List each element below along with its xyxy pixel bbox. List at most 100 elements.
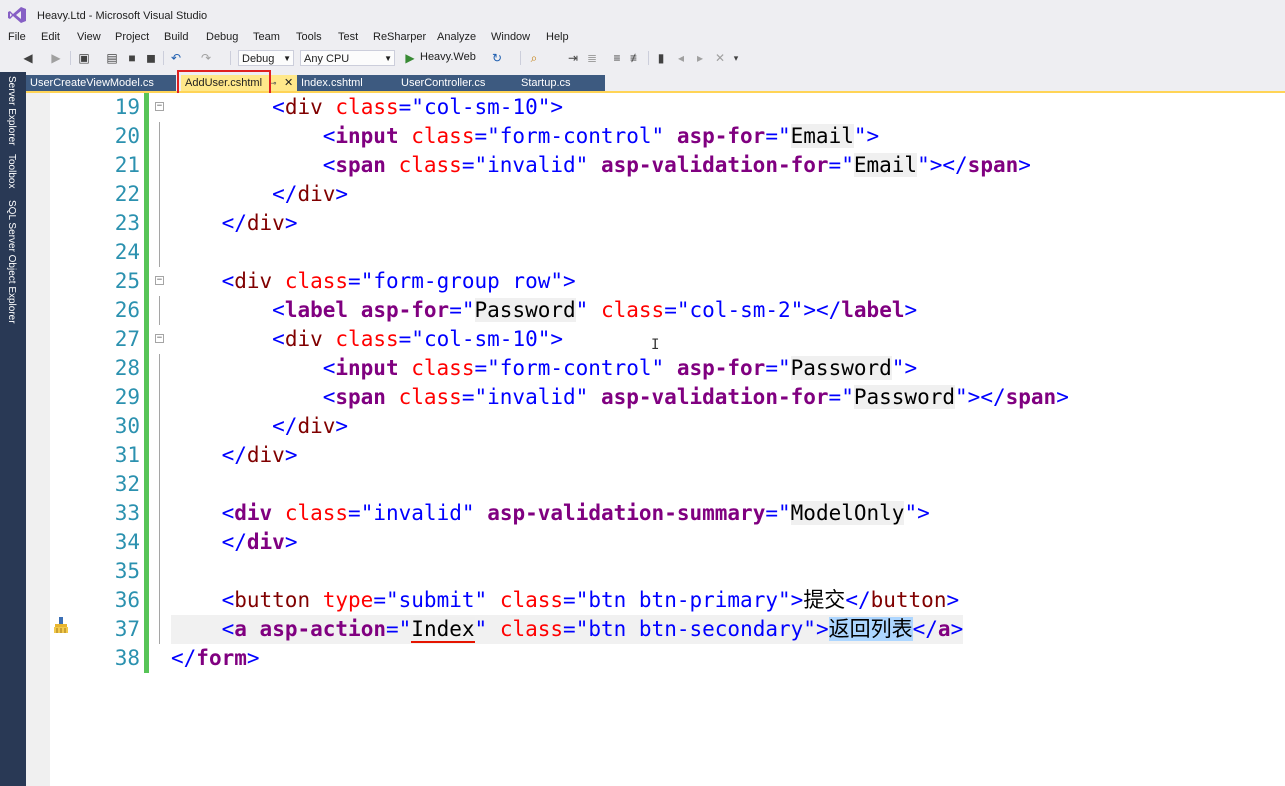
sql-server-object-explorer-tab[interactable]: SQL Server Object Explorer [6, 200, 17, 324]
code-text: <button type="submit" class="btn btn-pri… [221, 588, 960, 612]
toolbar-separator [163, 51, 164, 65]
tab-label: Index.cshtml [301, 77, 363, 89]
change-indicator [144, 528, 149, 557]
outline-guide [159, 528, 160, 557]
code-text: <label asp-for="Password" class="col-sm-… [272, 298, 918, 322]
menu-analyze[interactable]: Analyze [437, 31, 476, 43]
code-text: </div> [272, 414, 349, 438]
menu-window[interactable]: Window [491, 31, 530, 43]
outline-guide [159, 354, 160, 383]
menu-build[interactable]: Build [164, 31, 188, 43]
close-icon[interactable]: ✕ [284, 75, 293, 91]
new-project-icon[interactable]: ▣ [76, 50, 92, 66]
error-squiggle: Index [411, 617, 475, 643]
navigate-back-icon[interactable]: ◀ [20, 50, 36, 66]
code-line: 23 </div> [26, 209, 1285, 238]
menu-help[interactable]: Help [546, 31, 569, 43]
previous-bookmark-icon[interactable]: ◂ [673, 50, 689, 66]
outline-guide [159, 615, 160, 644]
bookmark-icon[interactable]: ▮ [653, 50, 669, 66]
change-indicator [144, 470, 149, 499]
outline-guide [159, 557, 160, 586]
toolbar-separator [648, 51, 649, 65]
navigate-forward-icon[interactable]: ▶ [48, 50, 64, 66]
code-editor[interactable]: 19 − <div class="col-sm-10"> 20 <input c… [26, 93, 1285, 786]
code-text: <div class="col-sm-10"> [272, 95, 564, 119]
undo-icon[interactable]: ↶ [168, 50, 184, 66]
line-number: 23 [114, 211, 140, 235]
menu-team[interactable]: Team [253, 31, 280, 43]
code-line: 38 </form> [26, 644, 1285, 673]
collapse-icon[interactable]: − [155, 276, 164, 285]
uncomment-icon[interactable]: ≢ [628, 50, 644, 66]
line-number: 19 [114, 95, 140, 119]
menu-project[interactable]: Project [115, 31, 149, 43]
server-explorer-tab[interactable]: Server Explorer [6, 76, 17, 145]
menu-tools[interactable]: Tools [296, 31, 322, 43]
menu-test[interactable]: Test [338, 31, 358, 43]
code-line: 28 <input class="form-control" asp-for="… [26, 354, 1285, 383]
code-text: </div> [272, 182, 349, 206]
next-bookmark-icon[interactable]: ▸ [692, 50, 708, 66]
toolbox-tab[interactable]: Toolbox [6, 154, 17, 188]
step-icon[interactable]: ⇥ [565, 50, 581, 66]
menu-edit[interactable]: Edit [41, 31, 60, 43]
tab-adduser[interactable]: AddUser.cshtml ⊸ ✕ [181, 75, 297, 91]
comment-icon[interactable]: ≡ [609, 50, 625, 66]
quick-action-brush-icon[interactable] [52, 616, 70, 634]
change-indicator [144, 180, 149, 209]
menu-resharper[interactable]: ReSharper [373, 31, 426, 43]
tab-startup[interactable]: Startup.cs [517, 75, 605, 91]
line-number: 29 [114, 385, 140, 409]
line-number: 31 [114, 443, 140, 467]
line-number: 37 [114, 617, 140, 641]
start-debugging-icon[interactable]: ▶ [402, 50, 418, 66]
menu-debug[interactable]: Debug [206, 31, 238, 43]
title-bar: Heavy.Ltd - Microsoft Visual Studio [0, 0, 1285, 30]
find-icon[interactable]: ⌕ [526, 50, 542, 66]
save-all-icon[interactable]: ◼ [143, 50, 159, 66]
menu-view[interactable]: View [77, 31, 101, 43]
collapse-icon[interactable]: − [155, 102, 164, 111]
outline-guide [159, 151, 160, 180]
line-number: 24 [114, 240, 140, 264]
menu-file[interactable]: File [8, 31, 26, 43]
outline-icon[interactable]: ≣ [584, 50, 600, 66]
code-line: 22 </div> [26, 180, 1285, 209]
solution-platform-select[interactable]: Any CPU ▼ [300, 50, 395, 66]
change-indicator [144, 441, 149, 470]
open-file-icon[interactable]: ▤ [104, 50, 120, 66]
refresh-icon[interactable]: ↻ [489, 50, 505, 66]
line-number: 32 [114, 472, 140, 496]
outline-guide [159, 499, 160, 528]
chevron-down-icon: ▼ [384, 54, 392, 63]
configuration-value: Debug [242, 53, 275, 65]
code-line: 35 [26, 557, 1285, 586]
tab-usercontroller[interactable]: UserController.cs [397, 75, 517, 91]
outline-guide [159, 383, 160, 412]
startup-project-button[interactable]: Heavy.Web [420, 51, 476, 63]
tab-index[interactable]: Index.cshtml [297, 75, 397, 91]
code-text: <span class="invalid" asp-validation-for… [322, 385, 1069, 409]
redo-icon[interactable]: ↷ [198, 50, 214, 66]
code-text: </div> [221, 530, 298, 554]
tool-window-sidebar: Server Explorer Toolbox SQL Server Objec… [0, 72, 26, 786]
pin-icon[interactable]: ⊸ [269, 75, 277, 91]
solution-configuration-select[interactable]: Debug ▼ [238, 50, 294, 66]
code-text: <input class="form-control" asp-for="Pas… [322, 356, 918, 380]
change-indicator [144, 412, 149, 441]
tab-usercreateviewmodel[interactable]: UserCreateViewModel.cs [26, 75, 176, 91]
save-icon[interactable]: ■ [124, 50, 140, 66]
clear-bookmarks-icon[interactable]: ✕ [712, 50, 728, 66]
code-line-current: 37 <a asp-action="Index" class="btn btn-… [26, 615, 1285, 644]
outline-guide [159, 412, 160, 441]
change-indicator [144, 644, 149, 673]
outline-guide [159, 238, 160, 267]
line-number: 28 [114, 356, 140, 380]
toolbar-overflow-icon[interactable]: ▾ [728, 50, 744, 66]
change-indicator [144, 383, 149, 412]
tab-label: AddUser.cshtml [185, 77, 263, 89]
collapse-icon[interactable]: − [155, 334, 164, 343]
outline-guide [159, 296, 160, 325]
toolbar-separator [230, 51, 231, 65]
